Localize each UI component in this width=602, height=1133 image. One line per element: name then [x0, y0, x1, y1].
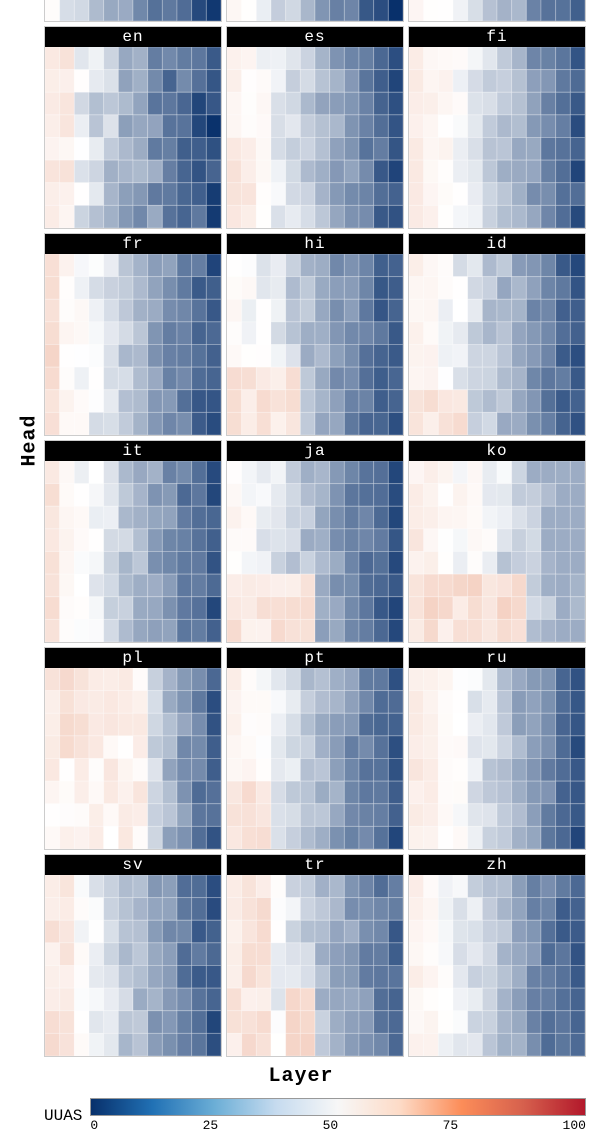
- panel-title-ru: ru: [409, 648, 585, 668]
- panel-en: en: [44, 26, 222, 229]
- heatmap-en: [45, 47, 221, 228]
- colorbar-wrapper: 0 25 50 75 100: [90, 1098, 586, 1133]
- panel-cs: cs: [226, 0, 404, 22]
- panel-tr: tr: [226, 854, 404, 1057]
- panel-it: it: [44, 440, 222, 643]
- panel-pt: pt: [226, 647, 404, 850]
- colorbar-ticks: 0 25 50 75 100: [90, 1118, 586, 1133]
- panel-de: de: [408, 0, 586, 22]
- colorbar-tick-label: 25: [203, 1118, 219, 1133]
- heatmap-ru: [409, 668, 585, 849]
- panel-hi: hi: [226, 233, 404, 436]
- x-axis-label: Layer: [268, 1065, 333, 1088]
- uuas-label: UUAS: [44, 1107, 82, 1125]
- panel-es: es: [226, 26, 404, 229]
- panel-ko: ko: [408, 440, 586, 643]
- panel-ar: ar: [44, 0, 222, 22]
- heatmap-cs: [227, 0, 403, 21]
- heatmap-fr: [45, 254, 221, 435]
- panel-title-sv: sv: [45, 855, 221, 875]
- panel-title-en: en: [45, 27, 221, 47]
- colorbar: [90, 1098, 586, 1116]
- heatmap-it: [45, 461, 221, 642]
- panel-ru: ru: [408, 647, 586, 850]
- panels-row-3: itjako: [44, 440, 586, 643]
- outer-container: Head arcsdeenesfifrhiiditjakoplptrusvtrz…: [0, 0, 602, 952]
- colorbar-tick-label: 100: [563, 1118, 586, 1133]
- heatmap-ar: [45, 0, 221, 21]
- panels-area: arcsdeenesfifrhiiditjakoplptrusvtrzh: [44, 0, 586, 1061]
- heatmap-es: [227, 47, 403, 228]
- colorbar-tick-label: 0: [90, 1118, 98, 1133]
- panels-row-5: svtrzh: [44, 854, 586, 1057]
- heatmap-fi: [409, 47, 585, 228]
- colorbar-tick-label: 75: [443, 1118, 459, 1133]
- panel-zh: zh: [408, 854, 586, 1057]
- panel-fr: fr: [44, 233, 222, 436]
- heatmap-de: [409, 0, 585, 21]
- panel-sv: sv: [44, 854, 222, 1057]
- y-label-area: Head: [16, 0, 44, 1061]
- panel-title-id: id: [409, 234, 585, 254]
- heatmap-id: [409, 254, 585, 435]
- heatmap-sv: [45, 875, 221, 1056]
- panel-title-ko: ko: [409, 441, 585, 461]
- panel-title-zh: zh: [409, 855, 585, 875]
- heatmap-tr: [227, 875, 403, 1056]
- panel-title-ja: ja: [227, 441, 403, 461]
- panels-row-1: enesfi: [44, 26, 586, 229]
- heatmap-pt: [227, 668, 403, 849]
- panel-fi: fi: [408, 26, 586, 229]
- panels-row-0: arcsde: [44, 0, 586, 22]
- panel-title-it: it: [45, 441, 221, 461]
- panels-row-2: frhiid: [44, 233, 586, 436]
- panel-title-fi: fi: [409, 27, 585, 47]
- heatmap-ja: [227, 461, 403, 642]
- grid-area: Head arcsdeenesfifrhiiditjakoplptrusvtrz…: [16, 0, 586, 1061]
- heatmap-zh: [409, 875, 585, 1056]
- heatmap-hi: [227, 254, 403, 435]
- colorbar-tick-label: 50: [323, 1118, 339, 1133]
- panels-row-4: plptru: [44, 647, 586, 850]
- panel-title-fr: fr: [45, 234, 221, 254]
- panel-title-es: es: [227, 27, 403, 47]
- colorbar-area: UUAS 0 25 50 75 100: [16, 1098, 586, 1133]
- panel-title-pl: pl: [45, 648, 221, 668]
- panel-ja: ja: [226, 440, 404, 643]
- y-axis-label: Head: [19, 414, 42, 466]
- heatmap-ko: [409, 461, 585, 642]
- heatmap-pl: [45, 668, 221, 849]
- panel-title-tr: tr: [227, 855, 403, 875]
- panel-pl: pl: [44, 647, 222, 850]
- chart-container: Head arcsdeenesfifrhiiditjakoplptrusvtrz…: [16, 0, 586, 1133]
- panel-id: id: [408, 233, 586, 436]
- panel-title-pt: pt: [227, 648, 403, 668]
- panel-title-hi: hi: [227, 234, 403, 254]
